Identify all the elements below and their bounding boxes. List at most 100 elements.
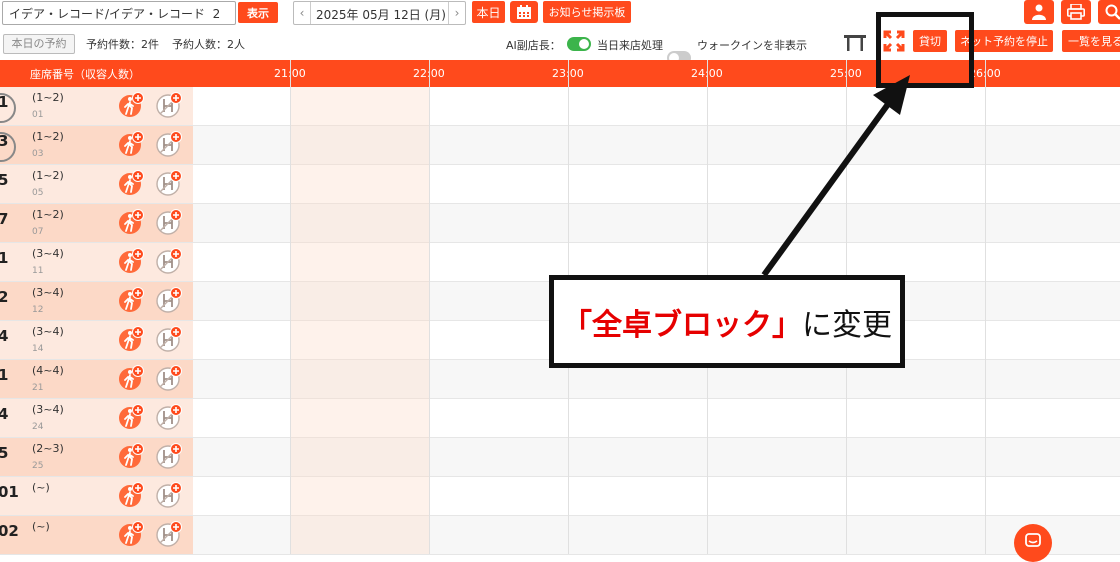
seat-number: 5	[0, 444, 9, 462]
walkin-add-icon[interactable]	[118, 404, 144, 430]
seat-number: 01	[0, 483, 19, 501]
table-icon[interactable]	[843, 32, 867, 52]
seat-row[interactable]: 7 (1~2) 07	[0, 204, 1120, 243]
walkin-add-icon[interactable]	[118, 170, 144, 196]
seat-cell: 01 (~)	[0, 477, 193, 515]
seat-row[interactable]: 5 (1~2) 05	[0, 165, 1120, 204]
show-button[interactable]: 表示	[238, 2, 278, 23]
user-button[interactable]	[1024, 0, 1054, 24]
guest-count: 予約人数：2人	[172, 38, 245, 51]
seat-cell: 02 (~)	[0, 516, 193, 554]
walkin-add-icon[interactable]	[118, 92, 144, 118]
seat-number: 5	[0, 171, 9, 189]
annotation-quote-open: 「	[562, 307, 592, 343]
walkin-add-icon[interactable]	[118, 287, 144, 313]
seat-capacity: (4~4)	[32, 364, 64, 377]
block-seat-icon[interactable]	[156, 521, 182, 547]
seat-code: 12	[32, 305, 44, 315]
seat-capacity: (1~2)	[32, 169, 64, 182]
walkin-add-icon[interactable]	[118, 131, 144, 157]
seat-row[interactable]: 3 (1~2) 03	[0, 126, 1120, 165]
seat-cell: 1 (1~2) 01	[0, 87, 193, 125]
seat-number: 4	[0, 327, 9, 345]
grid-line	[429, 60, 430, 554]
today-reservations-button[interactable]: 本日の予約	[3, 34, 75, 54]
print-button[interactable]	[1061, 0, 1091, 24]
walkin-add-icon[interactable]	[118, 482, 144, 508]
block-seat-icon[interactable]	[156, 248, 182, 274]
seat-cell: 5 (2~3) 25	[0, 438, 193, 476]
seat-row[interactable]: 4 (3~4) 24	[0, 399, 1120, 438]
store-select[interactable]: イデア・レコード/イデア・レコード 2	[2, 1, 236, 25]
seat-code: 24	[32, 422, 44, 432]
annotation-quote-close: 」	[772, 307, 802, 343]
seat-cell: 1 (4~4) 21	[0, 360, 193, 398]
walkin-add-icon[interactable]	[118, 209, 144, 235]
calendar-icon	[517, 5, 531, 19]
seat-row[interactable]: 1 (1~2) 01	[0, 87, 1120, 126]
seat-code: 25	[32, 461, 44, 471]
seat-row[interactable]: 02 (~)	[0, 516, 1120, 555]
seat-column-header: 座席番号（収容人数）	[30, 68, 140, 81]
block-seat-icon[interactable]	[156, 326, 182, 352]
seat-row[interactable]: 5 (2~3) 25	[0, 438, 1120, 477]
search-button[interactable]	[1098, 0, 1120, 24]
seat-number: 2	[0, 288, 9, 306]
block-seat-icon[interactable]	[156, 365, 182, 391]
chat-button[interactable]	[1014, 524, 1052, 562]
seat-code: 07	[32, 227, 44, 237]
annotation-highlight: 全卓ブロック	[592, 307, 772, 343]
seat-number: 7	[0, 210, 9, 228]
seat-capacity: (~)	[32, 520, 50, 533]
ai-manager-toggle[interactable]	[567, 37, 591, 51]
seat-cell: 5 (1~2) 05	[0, 165, 193, 203]
seat-code: 14	[32, 344, 44, 354]
walkin-add-icon[interactable]	[118, 443, 144, 469]
seat-code: 05	[32, 188, 44, 198]
walkin-add-icon[interactable]	[118, 365, 144, 391]
seat-number: 1	[0, 93, 9, 111]
chat-icon	[1025, 533, 1041, 547]
annotation-callout: 「全卓ブロック」に変更	[549, 275, 905, 368]
seat-row[interactable]: 01 (~)	[0, 477, 1120, 516]
today-button[interactable]: 本日	[472, 1, 505, 23]
seat-capacity: (1~2)	[32, 208, 64, 221]
block-seat-icon[interactable]	[156, 443, 182, 469]
store-select-value: イデア・レコード/イデア・レコード 2	[9, 7, 221, 21]
seat-cell: 4 (3~4) 24	[0, 399, 193, 437]
next-date-icon[interactable]: ›	[448, 2, 465, 24]
seat-capacity: (3~4)	[32, 403, 64, 416]
ai-manager-label: AI副店長：	[506, 39, 561, 52]
notice-board-button[interactable]: お知らせ掲示板	[543, 1, 631, 23]
seat-cell: 7 (1~2) 07	[0, 204, 193, 242]
block-seat-icon[interactable]	[156, 482, 182, 508]
same-day-label: 当日来店処理	[597, 39, 663, 52]
block-seat-icon[interactable]	[156, 92, 182, 118]
block-seat-icon[interactable]	[156, 404, 182, 430]
search-icon	[1105, 4, 1120, 20]
user-icon	[1032, 4, 1046, 20]
block-seat-icon[interactable]	[156, 170, 182, 196]
walkin-add-icon[interactable]	[118, 326, 144, 352]
grid-line	[985, 60, 986, 554]
grid-line	[290, 60, 291, 554]
walkin-add-icon[interactable]	[118, 521, 144, 547]
reservation-count: 予約件数：2件	[86, 38, 159, 51]
calendar-button[interactable]	[510, 1, 538, 23]
walkin-add-icon[interactable]	[118, 248, 144, 274]
printer-icon	[1067, 4, 1085, 20]
seat-cell: 1 (3~4) 11	[0, 243, 193, 281]
seat-code: 21	[32, 383, 44, 393]
seat-capacity: (3~4)	[32, 325, 64, 338]
seat-cell: 2 (3~4) 12	[0, 282, 193, 320]
date-picker[interactable]: ‹ 2025年 05月 12日 (月) ›	[293, 1, 466, 25]
seat-cell: 4 (3~4) 14	[0, 321, 193, 359]
block-seat-icon[interactable]	[156, 131, 182, 157]
seat-number: 4	[0, 405, 9, 423]
prev-date-icon[interactable]: ‹	[294, 2, 311, 24]
block-seat-icon[interactable]	[156, 209, 182, 235]
seat-code: 03	[32, 149, 44, 159]
block-seat-icon[interactable]	[156, 287, 182, 313]
view-list-button[interactable]: 一覧を見る	[1062, 30, 1120, 52]
annotation-suffix: に変更	[802, 307, 892, 343]
